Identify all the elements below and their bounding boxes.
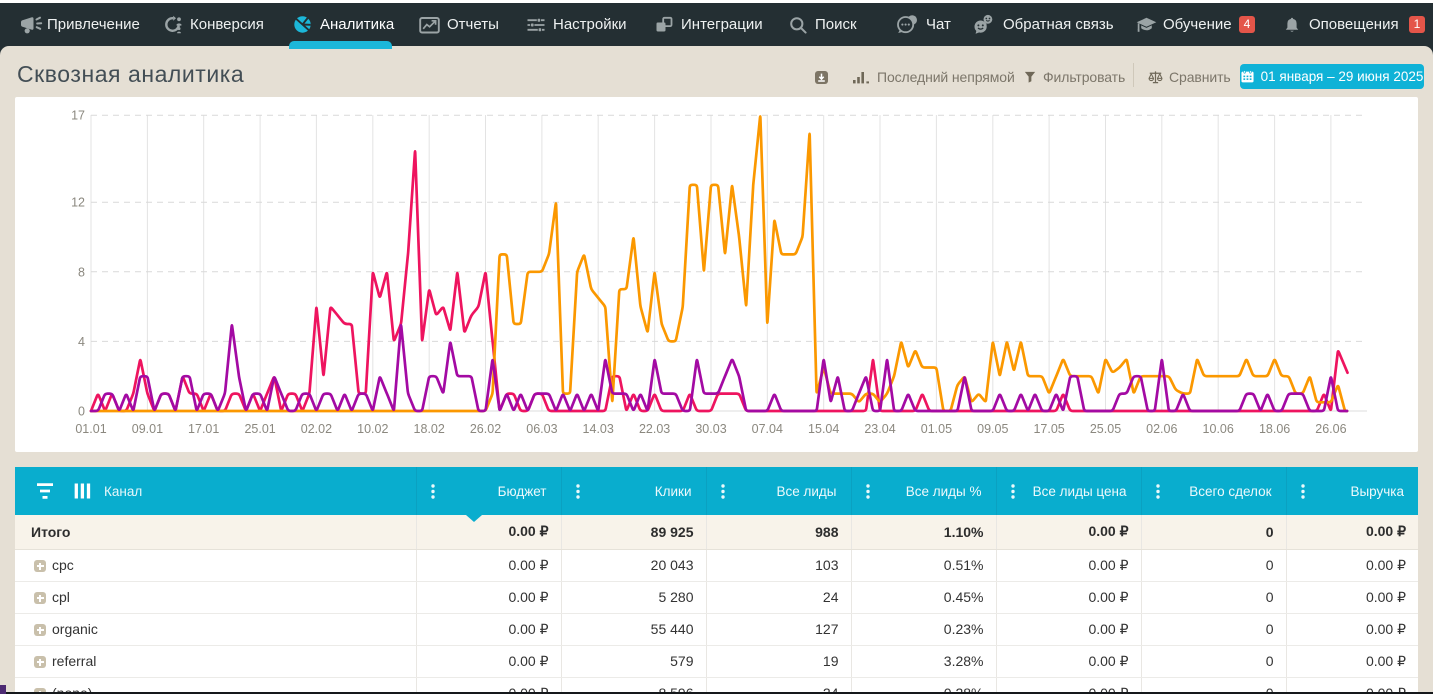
- svg-text:4: 4: [78, 335, 85, 349]
- svg-text:0: 0: [78, 405, 85, 419]
- svg-text:02.02: 02.02: [301, 422, 332, 436]
- svg-text:10.02: 10.02: [357, 422, 388, 436]
- svg-text:8: 8: [78, 265, 85, 279]
- svg-text:22.03: 22.03: [639, 422, 670, 436]
- svg-text:01.05: 01.05: [921, 422, 952, 436]
- svg-text:01.01: 01.01: [75, 422, 106, 436]
- svg-text:18.02: 18.02: [414, 422, 445, 436]
- svg-text:26.06: 26.06: [1315, 422, 1346, 436]
- svg-text:17: 17: [71, 109, 85, 123]
- svg-text:02.06: 02.06: [1146, 422, 1177, 436]
- svg-text:18.06: 18.06: [1259, 422, 1290, 436]
- svg-text:10.06: 10.06: [1203, 422, 1234, 436]
- svg-text:17.01: 17.01: [188, 422, 219, 436]
- svg-text:23.04: 23.04: [864, 422, 895, 436]
- svg-text:17.05: 17.05: [1033, 422, 1064, 436]
- svg-text:12: 12: [71, 196, 85, 210]
- svg-text:25.05: 25.05: [1090, 422, 1121, 436]
- svg-text:26.02: 26.02: [470, 422, 501, 436]
- svg-text:30.03: 30.03: [695, 422, 726, 436]
- svg-text:25.01: 25.01: [244, 422, 275, 436]
- svg-text:09.05: 09.05: [977, 422, 1008, 436]
- svg-text:14.03: 14.03: [583, 422, 614, 436]
- svg-text:09.01: 09.01: [132, 422, 163, 436]
- svg-text:07.04: 07.04: [752, 422, 783, 436]
- svg-text:06.03: 06.03: [526, 422, 557, 436]
- svg-text:15.04: 15.04: [808, 422, 839, 436]
